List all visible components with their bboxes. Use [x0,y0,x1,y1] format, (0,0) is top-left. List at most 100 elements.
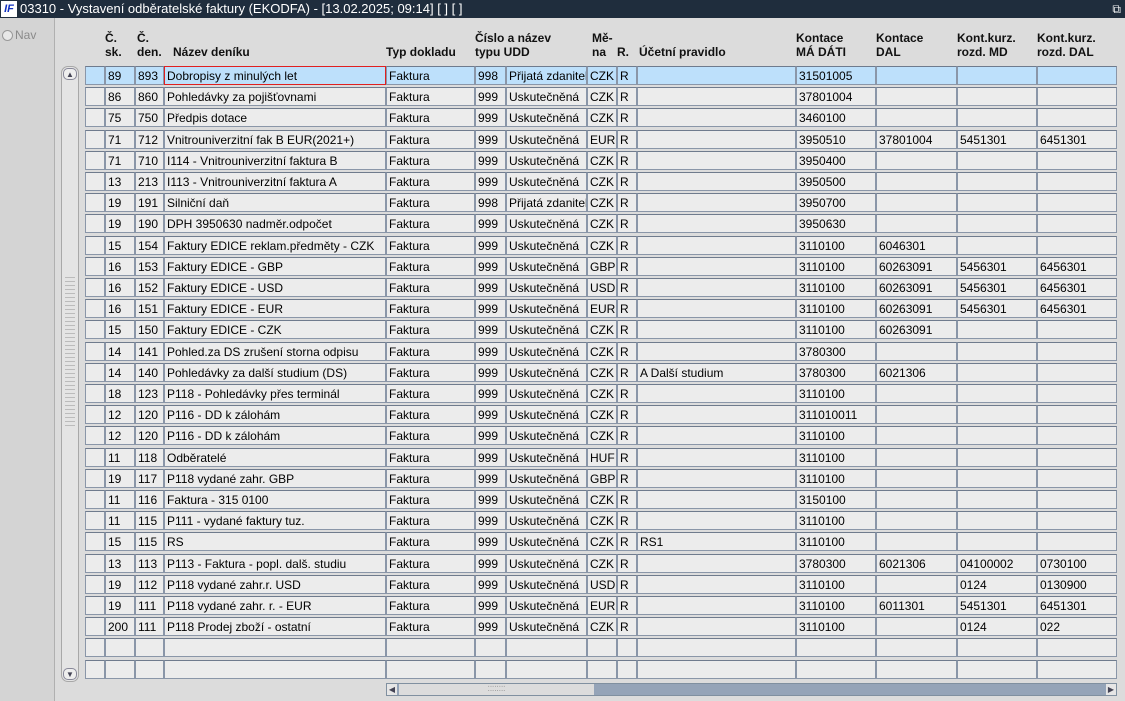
col-den-cell[interactable]: 141 [135,341,164,361]
col-udd-name-cell[interactable]: Uskutečněná [506,596,587,615]
col-typ-cell[interactable]: Faktura [386,150,475,170]
col-kurz-dal-cell[interactable] [1037,426,1117,446]
col-nazev-cell[interactable]: Pohled.za DS zrušení storna odpisu [164,341,386,361]
col-udd-name-cell[interactable]: Uskutečněná [506,468,587,488]
row-selector-cell[interactable] [85,299,105,319]
col-kurz-md-cell[interactable] [957,532,1037,552]
col-typ-cell[interactable]: Faktura [386,214,475,234]
col-md-cell[interactable]: 3460100 [796,108,876,128]
col-kurz-md-cell[interactable]: 0124 [957,617,1037,637]
col-mena-cell[interactable]: CZK [587,320,617,340]
col-udd-name-cell[interactable]: Uskutečněná [506,87,587,107]
col-mena-cell[interactable]: CZK [587,405,617,425]
col-pravidlo-cell[interactable] [637,150,796,170]
col-sk-cell[interactable]: 19 [105,596,135,615]
col-nazev-cell[interactable]: Faktury EDICE reklam.předměty - CZK [164,235,386,255]
col-dal-cell[interactable] [876,532,957,552]
col-md-cell[interactable]: 3950630 [796,214,876,234]
col-udd-name-cell[interactable]: Přijatá zdanitelné [506,66,587,85]
col-kurz-md-cell[interactable] [957,150,1037,170]
col-pravidlo-cell[interactable] [637,256,796,276]
col-pravidlo-cell[interactable]: RS1 [637,532,796,552]
col-md-cell[interactable]: 3110100 [796,299,876,319]
col-dal-cell[interactable]: 6011301 [876,596,957,615]
col-dal-cell[interactable]: 60263091 [876,278,957,297]
col-mena-cell[interactable] [587,659,617,679]
col-mena-cell[interactable]: CZK [587,87,617,107]
row-selector-cell[interactable] [85,638,105,658]
col-r-cell[interactable]: R [617,150,637,170]
col-dal-cell[interactable] [876,426,957,446]
col-mena-cell[interactable]: CZK [587,235,617,255]
col-mena-cell[interactable]: CZK [587,511,617,531]
horizontal-scrollbar[interactable]: ◀ ⁚⁚⁚⁚⁚⁚⁚⁚ ▶ [386,683,1117,696]
col-udd-name-cell[interactable]: Uskutečněná [506,256,587,276]
table-row[interactable]: 75 750 Předpis dotace Faktura 999 Uskutečněná… [85,108,1117,129]
col-r-cell[interactable]: R [617,596,637,615]
col-kurz-md-cell[interactable]: 5456301 [957,256,1037,276]
header-nazev[interactable]: Název deníku [173,31,250,59]
col-mena-cell[interactable]: CZK [587,532,617,552]
col-udd-num-cell[interactable]: 999 [475,214,506,234]
row-selector-cell[interactable] [85,532,105,552]
col-kurz-md-cell[interactable] [957,511,1037,531]
col-mena-cell[interactable]: GBP [587,256,617,276]
table-row[interactable]: 15 150 Faktury EDICE - CZK Faktura 999 Uskute… [85,320,1117,341]
col-den-cell[interactable]: 154 [135,235,164,255]
col-md-cell[interactable]: 3110100 [796,256,876,276]
col-typ-cell[interactable]: Faktura [386,426,475,446]
col-r-cell[interactable]: R [617,617,637,637]
col-pravidlo-cell[interactable] [637,320,796,340]
col-sk-cell[interactable]: 19 [105,214,135,234]
col-udd-name-cell[interactable]: Uskutečněná [506,150,587,170]
col-kurz-md-cell[interactable] [957,214,1037,234]
col-udd-name-cell[interactable]: Uskutečněná [506,362,587,382]
col-dal-cell[interactable]: 60263091 [876,256,957,276]
col-typ-cell[interactable] [386,659,475,679]
col-mena-cell[interactable]: USD [587,278,617,297]
col-udd-name-cell[interactable]: Uskutečněná [506,426,587,446]
col-mena-cell[interactable]: HUF [587,447,617,467]
col-kurz-dal-cell[interactable] [1037,66,1117,85]
col-udd-name-cell[interactable]: Uskutečněná [506,129,587,149]
row-selector-cell[interactable] [85,66,105,85]
col-typ-cell[interactable]: Faktura [386,511,475,531]
col-kurz-md-cell[interactable] [957,405,1037,425]
table-row[interactable]: 19 117 P118 vydané zahr. GBP Faktura 999 Usku… [85,468,1117,490]
col-den-cell[interactable]: 710 [135,150,164,170]
header-den[interactable]: Č. den. [137,31,162,59]
col-r-cell[interactable]: R [617,172,637,191]
col-r-cell[interactable]: R [617,574,637,594]
col-mena-cell[interactable]: CZK [587,617,617,637]
row-selector-cell[interactable] [85,278,105,297]
col-pravidlo-cell[interactable] [637,214,796,234]
col-md-cell[interactable]: 3110100 [796,235,876,255]
col-pravidlo-cell[interactable] [637,574,796,594]
col-sk-cell[interactable]: 11 [105,490,135,509]
col-kurz-md-cell[interactable] [957,426,1037,446]
col-den-cell[interactable]: 893 [135,66,164,85]
col-mena-cell[interactable]: CZK [587,341,617,361]
col-kurz-dal-cell[interactable] [1037,341,1117,361]
col-dal-cell[interactable] [876,87,957,107]
col-md-cell[interactable]: 3110100 [796,532,876,552]
col-nazev-cell[interactable]: P118 vydané zahr. r. - EUR [164,596,386,615]
col-kurz-md-cell[interactable] [957,659,1037,679]
col-den-cell[interactable]: 152 [135,278,164,297]
col-r-cell[interactable]: R [617,87,637,107]
col-md-cell[interactable]: 3110100 [796,447,876,467]
col-sk-cell[interactable]: 11 [105,447,135,467]
col-mena-cell[interactable]: CZK [587,172,617,191]
col-den-cell[interactable]: 116 [135,490,164,509]
col-sk-cell[interactable]: 19 [105,468,135,488]
col-pravidlo-cell[interactable] [637,617,796,637]
col-udd-num-cell[interactable]: 999 [475,553,506,573]
col-udd-num-cell[interactable] [475,659,506,679]
col-typ-cell[interactable]: Faktura [386,405,475,425]
col-typ-cell[interactable]: Faktura [386,384,475,403]
col-pravidlo-cell[interactable] [637,299,796,319]
table-row[interactable]: 16 153 Faktury EDICE - GBP Faktura 999 Uskute… [85,256,1117,278]
col-den-cell[interactable]: 151 [135,299,164,319]
col-pravidlo-cell[interactable] [637,384,796,403]
col-dal-cell[interactable] [876,108,957,128]
